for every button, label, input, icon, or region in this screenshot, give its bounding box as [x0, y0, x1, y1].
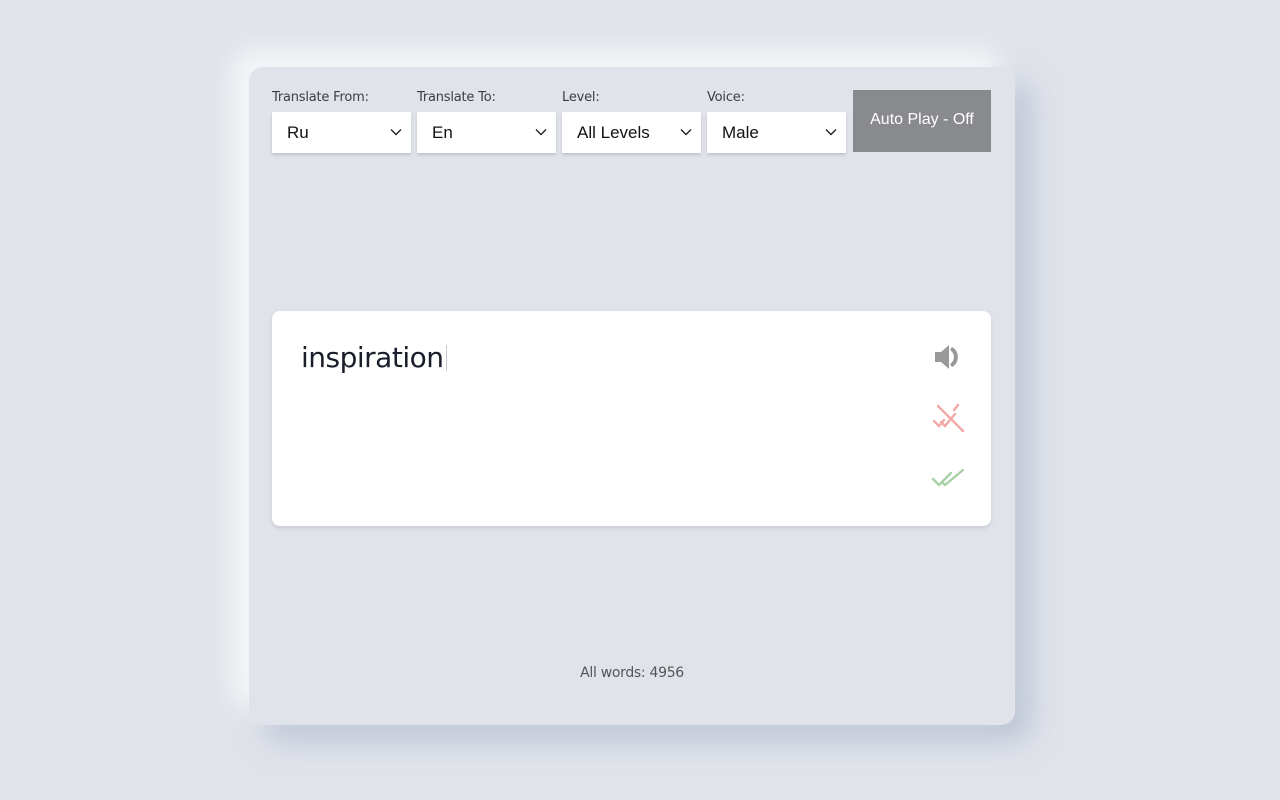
word-text: inspiration [301, 341, 444, 374]
chevron-down-icon [825, 129, 837, 136]
chevron-down-icon [680, 129, 692, 136]
word-count-footer: All words: 4956 [580, 665, 684, 681]
translate-from-value: Ru [287, 122, 309, 142]
level-label: Level: [562, 90, 600, 105]
word-card: inspiration [272, 311, 991, 526]
voice-value: Male [722, 122, 759, 142]
translate-from-select[interactable]: Ru [272, 112, 411, 153]
know-icon[interactable] [929, 459, 969, 499]
voice-field: Voice: Male [707, 90, 846, 153]
main-panel: Translate From: Ru Translate To: En Leve… [249, 67, 1015, 725]
dont-know-icon[interactable] [929, 398, 969, 438]
autoplay-toggle-button[interactable]: Auto Play - Off [853, 90, 991, 152]
translate-from-field: Translate From: Ru [272, 90, 411, 153]
voice-label: Voice: [707, 90, 745, 105]
translate-to-select[interactable]: En [417, 112, 556, 153]
controls-bar: Translate From: Ru Translate To: En Leve… [272, 90, 991, 153]
translate-to-label: Translate To: [417, 90, 496, 105]
voice-select[interactable]: Male [707, 112, 846, 153]
text-caret [446, 344, 448, 371]
chevron-down-icon [390, 129, 402, 136]
chevron-down-icon [535, 129, 547, 136]
translate-from-label: Translate From: [272, 90, 369, 105]
level-field: Level: All Levels [562, 90, 701, 153]
level-value: All Levels [577, 122, 650, 142]
translate-to-field: Translate To: En [417, 90, 556, 153]
word-display: inspiration [301, 341, 448, 374]
level-select[interactable]: All Levels [562, 112, 701, 153]
translate-to-value: En [432, 122, 453, 142]
speaker-icon[interactable] [929, 337, 969, 377]
